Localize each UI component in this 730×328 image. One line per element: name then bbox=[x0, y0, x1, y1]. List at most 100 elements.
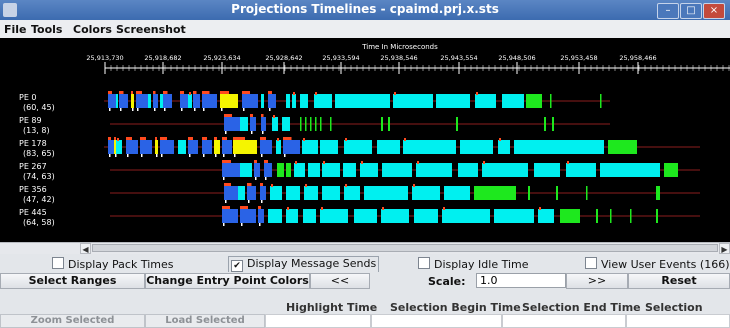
entry-method-block bbox=[308, 163, 320, 177]
entry-method-block bbox=[261, 117, 266, 131]
axis-tick-label: 25,933,594 bbox=[322, 54, 359, 62]
pe-label: PE 89 bbox=[19, 116, 42, 125]
entry-method-block bbox=[238, 186, 245, 200]
zoom-selected-button[interactable]: Zoom Selected bbox=[0, 314, 145, 328]
entry-method-block bbox=[656, 186, 660, 200]
entry-method-block bbox=[300, 94, 308, 108]
message-send-mark bbox=[499, 138, 501, 141]
scale-input[interactable]: 1.0 bbox=[476, 273, 566, 288]
entry-method-block bbox=[556, 186, 558, 200]
entry-method-block bbox=[412, 186, 440, 200]
select-ranges-button[interactable]: Select Ranges bbox=[0, 273, 145, 289]
entry-method-block bbox=[286, 186, 300, 200]
entry-method-block bbox=[224, 117, 240, 131]
timeline-canvas[interactable]: Time In Microseconds 25,913,730 25,918,68… bbox=[0, 38, 730, 242]
message-send-mark bbox=[404, 138, 406, 141]
scrollbar-thumb[interactable] bbox=[92, 244, 718, 252]
checkbox-checked-icon[interactable]: ✔ bbox=[231, 260, 243, 272]
message-send-mark bbox=[345, 184, 347, 187]
entry-method-block bbox=[364, 186, 408, 200]
message-send-mark bbox=[189, 92, 191, 95]
short-event-mark bbox=[630, 209, 632, 223]
entry-method-block bbox=[272, 117, 278, 131]
timeline-svg[interactable]: Time In Microseconds 25,913,730 25,918,68… bbox=[0, 38, 730, 242]
axis-tick-label: 25,953,458 bbox=[560, 54, 597, 62]
menu-tools[interactable]: Tools bbox=[31, 23, 62, 36]
menu-colors[interactable]: Colors bbox=[73, 23, 112, 36]
entry-method-block bbox=[260, 140, 272, 154]
entry-method-block bbox=[381, 209, 409, 223]
horizontal-scrollbar[interactable]: ◀ ▶ bbox=[0, 242, 730, 254]
checkbox-icon[interactable] bbox=[418, 257, 430, 269]
highlight-time-value bbox=[265, 314, 371, 328]
message-send-mark bbox=[293, 92, 295, 95]
entry-method-block bbox=[344, 140, 372, 154]
pack-time-mark bbox=[251, 131, 253, 134]
change-entry-point-colors-button[interactable]: Change Entry Point Colors bbox=[145, 273, 310, 289]
view-user-events-checkbox[interactable]: View User Events (166) bbox=[585, 257, 730, 271]
entry-method-block bbox=[538, 209, 554, 223]
display-idle-time-checkbox[interactable]: Display Idle Time bbox=[418, 257, 529, 271]
pack-time-mark bbox=[262, 131, 264, 134]
scroll-left-icon[interactable]: ◀ bbox=[80, 243, 91, 254]
display-pack-times-checkbox[interactable]: Display Pack Times bbox=[52, 257, 174, 271]
maximize-button[interactable]: □ bbox=[680, 3, 702, 19]
menu-screenshot[interactable]: Screenshot bbox=[116, 23, 186, 36]
entry-method-block bbox=[240, 117, 248, 131]
minimize-button[interactable]: – bbox=[657, 3, 679, 19]
selection-info-header: Highlight Time Selection Begin Time Sele… bbox=[0, 290, 730, 327]
entry-method-block bbox=[222, 163, 240, 177]
axis-title: Time In Microseconds bbox=[361, 43, 438, 51]
pack-time-mark bbox=[284, 154, 286, 157]
entry-method-block bbox=[403, 140, 456, 154]
pack-time-mark bbox=[225, 131, 227, 134]
axis-tick-label: 25,923,634 bbox=[203, 54, 240, 62]
reset-button[interactable]: Reset bbox=[628, 273, 730, 289]
entry-method-block bbox=[163, 94, 172, 108]
entry-method-block bbox=[276, 140, 281, 154]
entry-method-block bbox=[260, 186, 266, 200]
scroll-forward-button[interactable]: >> bbox=[566, 273, 628, 289]
entry-method-block bbox=[155, 140, 158, 154]
entry-method-block bbox=[240, 209, 256, 223]
axis-tick-label: 25,938,546 bbox=[380, 54, 417, 62]
checkbox-icon[interactable] bbox=[585, 257, 597, 269]
scale-label: Scale: bbox=[428, 275, 466, 288]
close-button[interactable]: × bbox=[703, 3, 725, 19]
entry-method-block bbox=[220, 94, 238, 108]
message-send-mark bbox=[476, 92, 478, 95]
title-bar: Projections Timelines - cpaimd.prj.x.sts… bbox=[0, 0, 730, 20]
entry-method-block bbox=[254, 163, 260, 177]
axis-tick-label: 25,948,506 bbox=[498, 54, 535, 62]
short-event-mark bbox=[330, 117, 332, 131]
entry-method-block bbox=[114, 140, 116, 154]
entry-method-block bbox=[528, 186, 530, 200]
pack-time-mark bbox=[223, 223, 225, 226]
message-send-mark bbox=[250, 114, 253, 117]
entry-method-block bbox=[222, 209, 238, 223]
entry-method-block bbox=[322, 163, 340, 177]
scroll-back-button[interactable]: << bbox=[310, 273, 370, 289]
message-send-mark bbox=[117, 138, 119, 141]
entry-method-block bbox=[108, 140, 114, 154]
entry-method-block bbox=[268, 209, 282, 223]
load-selected-button[interactable]: Load Selected bbox=[145, 314, 265, 328]
entry-method-block bbox=[377, 140, 400, 154]
entry-method-block bbox=[456, 117, 458, 131]
selection-length-value bbox=[626, 314, 730, 328]
checkbox-icon[interactable] bbox=[52, 257, 64, 269]
display-message-sends-checkbox[interactable]: ✔ Display Message Sends bbox=[228, 256, 380, 273]
entry-method-block bbox=[382, 163, 412, 177]
bottom-row: Zoom Selected Load Selected bbox=[0, 314, 730, 328]
entry-method-block bbox=[292, 94, 296, 108]
short-event-mark bbox=[315, 117, 317, 131]
entry-method-block bbox=[414, 209, 438, 223]
menu-file[interactable]: File bbox=[4, 23, 27, 36]
options-row: Display Pack Times ✔ Display Message Send… bbox=[0, 254, 730, 273]
entry-method-block bbox=[322, 186, 340, 200]
entry-method-block bbox=[600, 163, 660, 177]
pe-label: PE 356 bbox=[19, 185, 47, 194]
entry-method-block bbox=[393, 94, 433, 108]
message-send-mark bbox=[277, 138, 279, 141]
scroll-right-icon[interactable]: ▶ bbox=[719, 243, 730, 254]
